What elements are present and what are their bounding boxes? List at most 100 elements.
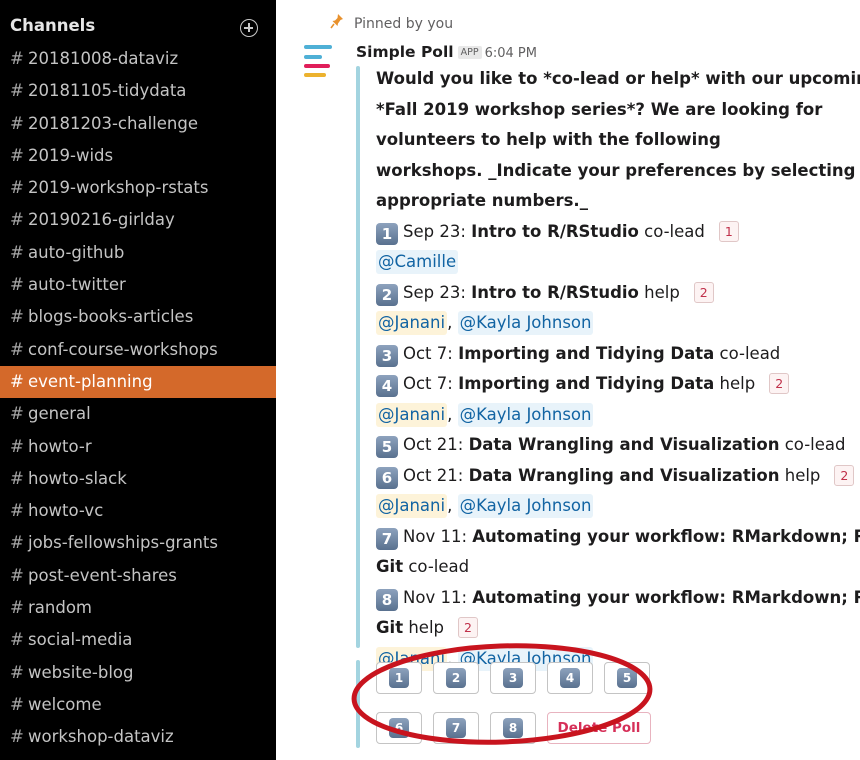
keycap-8-icon: 8 xyxy=(503,718,523,738)
hash-icon: # xyxy=(10,662,24,682)
channel-item[interactable]: # auto-github xyxy=(0,237,276,269)
vote-button-4[interactable]: 4 xyxy=(547,662,593,694)
channel-name: 20181105-tidydata xyxy=(28,81,187,101)
vote-count: 2 xyxy=(693,281,714,303)
channel-item[interactable]: #20190216-girlday xyxy=(0,204,276,236)
vote-button-7[interactable]: 7 xyxy=(433,712,479,744)
channel-name: jobs-fellowships-grants xyxy=(28,533,218,553)
vote-button-5[interactable]: 5 xyxy=(604,662,650,694)
poll-question-line: appropriate numbers._ xyxy=(376,191,588,210)
option-title: Intro to R/RStudio xyxy=(471,282,639,302)
poll-option-8: 8 Nov 11: Automating your workflow: RMark… xyxy=(376,583,860,675)
channel-name: howto-vc xyxy=(28,501,104,521)
channel-item[interactable]: # howto-r xyxy=(0,431,276,463)
channel-item[interactable]: #20181008-dataviz xyxy=(0,43,276,75)
channel-item[interactable]: # post-event-shares xyxy=(0,560,276,592)
keycap-3-icon: 3 xyxy=(503,668,523,688)
hash-icon: # xyxy=(10,533,24,553)
channel-name: conf-course-workshops xyxy=(28,339,218,359)
message-timestamp[interactable]: 6:04 PM xyxy=(485,46,537,61)
hash-icon: # xyxy=(10,210,24,230)
hash-icon: # xyxy=(10,727,24,747)
channel-item-active[interactable]: # event-planning xyxy=(0,365,276,399)
channel-item[interactable]: # jobs-fellowships-grants xyxy=(0,527,276,559)
message-header: Simple Poll APP 6:04 PM xyxy=(356,42,537,61)
channel-item[interactable]: # conf-course-workshops xyxy=(0,334,276,366)
user-mention[interactable]: @Janani xyxy=(376,311,448,335)
keycap-7-icon: 7 xyxy=(376,527,398,550)
option-title: Automating your workflow: RMarkdown; R & xyxy=(472,587,860,607)
channel-name: social-media xyxy=(28,630,133,650)
vote-count: 2 xyxy=(769,373,790,394)
channel-name: 2019-wids xyxy=(28,145,114,165)
channel-name: 2019-workshop-rstats xyxy=(28,178,209,198)
hash-icon: # xyxy=(10,81,24,101)
hash-icon: # xyxy=(10,371,24,391)
channel-name: auto-github xyxy=(28,242,125,262)
attachment-bar xyxy=(356,660,360,748)
channel-name: random xyxy=(28,598,92,618)
channel-item[interactable]: #2019-workshop-rstats xyxy=(0,172,276,204)
channel-item[interactable]: # auto-twitter xyxy=(0,269,276,301)
channel-item[interactable]: # howto-vc xyxy=(0,495,276,527)
hash-icon: # xyxy=(10,630,24,650)
channel-item[interactable]: #2019-wids xyxy=(0,140,276,172)
channel-item[interactable]: # social-media xyxy=(0,624,276,656)
poll-option-2: 2 Sep 23: Intro to R/RStudio help 2 @Janan… xyxy=(376,278,854,339)
circle-plus-icon[interactable] xyxy=(240,19,258,37)
channel-item[interactable]: # welcome xyxy=(0,689,276,721)
channel-item[interactable]: # website-blog xyxy=(0,657,276,689)
vote-button-2[interactable]: 2 xyxy=(433,662,479,694)
option-title: Importing and Tidying Data xyxy=(458,374,715,393)
keycap-5-icon: 5 xyxy=(617,668,637,688)
poll-option-7: 7 Nov 11: Automating your workflow: RMark… xyxy=(376,522,860,583)
channel-list: #20181008-dataviz #20181105-tidydata #20… xyxy=(0,43,276,754)
vote-button-1[interactable]: 1 xyxy=(376,662,422,694)
vote-button-6[interactable]: 6 xyxy=(376,712,422,744)
hash-icon: # xyxy=(10,275,24,295)
channel-item[interactable]: # blogs-books-articles xyxy=(0,301,276,333)
user-mention[interactable]: @Kayla Johnson xyxy=(457,311,594,335)
channel-name: blogs-books-articles xyxy=(28,307,194,327)
user-mention[interactable]: @Kayla Johnson xyxy=(457,494,594,518)
poll-option-3: 3 Oct 7: Importing and Tidying Data co-le… xyxy=(376,339,854,370)
keycap-2-icon: 2 xyxy=(376,283,398,306)
channel-name: 20181203-challenge xyxy=(28,113,198,133)
vote-count: 2 xyxy=(834,464,855,486)
option-title: Git xyxy=(376,618,404,637)
simple-poll-avatar[interactable] xyxy=(304,44,332,80)
channel-name: workshop-dataviz xyxy=(28,727,174,747)
poll-question-line: volunteers to help with the following xyxy=(376,130,721,149)
channel-name: general xyxy=(28,404,91,424)
channel-item[interactable]: # random xyxy=(0,592,276,624)
sender-name[interactable]: Simple Poll xyxy=(356,43,454,61)
hash-icon: # xyxy=(10,242,24,262)
poll-option-1: 1 Sep 23: Intro to R/RStudio co-lead 1 @Ca… xyxy=(376,217,854,278)
user-mention[interactable]: @Kayla Johnson xyxy=(457,402,594,427)
keycap-3-icon: 3 xyxy=(376,344,398,367)
vote-button-8[interactable]: 8 xyxy=(490,712,536,744)
delete-poll-button[interactable]: Delete Poll xyxy=(547,712,651,744)
channel-item[interactable]: #20181105-tidydata xyxy=(0,75,276,107)
channel-item[interactable]: # general xyxy=(0,398,276,430)
user-mention[interactable]: @Janani xyxy=(376,402,448,427)
poll-option-5: 5 Oct 21: Data Wrangling and Visualizatio… xyxy=(376,430,854,461)
channel-item[interactable]: # howto-slack xyxy=(0,463,276,495)
attachment-bar xyxy=(356,66,360,648)
channels-title: Channels xyxy=(10,16,96,35)
channel-sidebar: Channels #20181008-dataviz #20181105-tid… xyxy=(0,0,276,760)
app-badge: APP xyxy=(457,46,482,59)
poll-option-6: 6 Oct 21: Data Wrangling and Visualizatio… xyxy=(376,461,855,522)
keycap-1-icon: 1 xyxy=(389,668,409,688)
channel-name: 20181008-dataviz xyxy=(28,49,179,68)
hash-icon: # xyxy=(10,307,24,327)
user-mention[interactable]: @Janani xyxy=(376,494,448,518)
keycap-4-icon: 4 xyxy=(376,375,398,397)
hash-icon: # xyxy=(10,145,24,165)
channel-item[interactable]: #20181203-challenge xyxy=(0,108,276,140)
user-mention[interactable]: @Camille xyxy=(376,250,459,274)
vote-button-3[interactable]: 3 xyxy=(490,662,536,694)
poll-question-line: *Fall 2019 workshop series*? We are look… xyxy=(376,99,823,119)
channel-item[interactable]: # workshop-dataviz xyxy=(0,721,276,753)
channel-name: event-planning xyxy=(28,371,153,391)
